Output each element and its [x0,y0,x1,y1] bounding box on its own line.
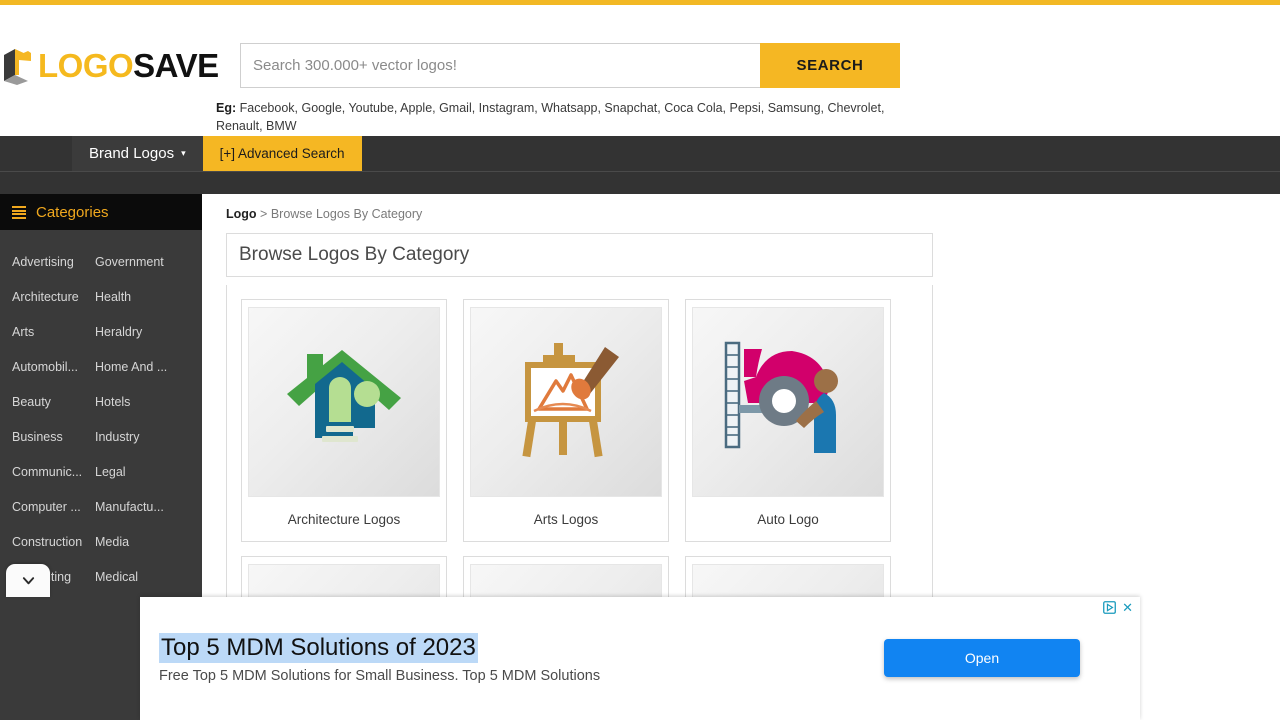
sidebar-item-hotels[interactable]: Hotels [95,395,200,409]
breadcrumb-root[interactable]: Logo [226,207,257,221]
breadcrumb-separator: > [260,207,268,221]
sidebar-item-construction[interactable]: Construction [0,535,95,549]
search-examples-list[interactable]: Facebook, Google, Youtube, Apple, Gmail,… [216,101,884,133]
list-icon [12,206,26,219]
ad-close-button[interactable]: ✕ [1122,601,1133,614]
sidebar-item-architecture[interactable]: Architecture [0,290,95,304]
card-label: Auto Logo [757,511,819,527]
ad-subtitle: Free Top 5 MDM Solutions for Small Busin… [159,668,601,684]
sidebar-item-health[interactable]: Health [95,290,200,304]
category-row: Automobil... Home And ... [0,349,202,384]
main-nav: Brand Logos ▾ [+] Advanced Search [0,136,1280,172]
category-row: Arts Heraldry [0,314,202,349]
category-card-auto[interactable]: Auto Logo [685,299,891,542]
category-card-arts[interactable]: Arts Logos [463,299,669,542]
category-row: Advertising Government [0,244,202,279]
card-thumbnail [470,307,662,497]
sidebar-item-media[interactable]: Media [95,535,200,549]
card-label: Arts Logos [533,511,599,527]
search-button[interactable]: SEARCH [760,43,900,88]
sidebar-item-business[interactable]: Business [0,430,95,444]
category-row: Beauty Hotels [0,384,202,419]
category-list: Advertising Government Architecture Heal… [0,230,202,594]
logo-word-secondary: SAVE [133,46,219,84]
nav-item-advanced-search[interactable]: [+] Advanced Search [202,136,362,171]
ad-badges: ✕ [1103,601,1133,614]
logo-cube-icon [0,45,34,85]
logo-wordmark: LOGOSAVE [38,49,219,82]
sidebar-item-beauty[interactable]: Beauty [0,395,95,409]
sidebar-item-manufacturing[interactable]: Manufactu... [95,500,200,514]
card-label: Architecture Logos [287,511,401,527]
sidebar-header-label: Categories [36,203,109,221]
sidebar-item-computer[interactable]: Computer ... [0,500,95,514]
page-title-panel: Browse Logos By Category [226,233,933,277]
search-input[interactable] [240,43,760,88]
search-bar: SEARCH [240,43,900,88]
adchoices-icon[interactable] [1103,601,1117,614]
category-cards-container: Architecture Logos Arts Logos Auto Logo [226,285,933,605]
easel-icon [501,337,631,467]
nav-item-brand-logos[interactable]: Brand Logos ▾ [72,136,203,171]
sidebar-header[interactable]: Categories [0,194,202,230]
sidebar-item-government[interactable]: Government [95,255,200,269]
search-examples: Eg: Facebook, Google, Youtube, Apple, Gm… [216,99,916,135]
card-thumbnail [248,307,440,497]
ad-open-button[interactable]: Open [884,639,1080,677]
page-title: Browse Logos By Category [239,244,470,265]
house-icon [279,340,409,465]
category-cards-grid: Architecture Logos Arts Logos Auto Logo [241,299,932,604]
sidebar-item-automobile[interactable]: Automobil... [0,360,95,374]
sidebar-item-heraldry[interactable]: Heraldry [95,325,200,339]
chevron-down-icon: ▾ [181,148,186,158]
ad-collapse-button[interactable] [6,564,50,597]
category-row: Computer ... Manufactu... [0,489,202,524]
category-row: Architecture Health [0,279,202,314]
search-examples-prefix: Eg: [216,101,237,115]
chevron-down-icon [22,577,34,585]
sidebar-item-legal[interactable]: Legal [95,465,200,479]
nav-item-brand-logos-label: Brand Logos [89,145,175,162]
nav-secondary-bar [0,172,1280,194]
site-header: LOGOSAVE SEARCH Eg: Facebook, Google, Yo… [0,5,1280,136]
ad-banner: ✕ Top 5 MDM Solutions of 2023 Free Top 5… [140,597,1140,720]
ad-title[interactable]: Top 5 MDM Solutions of 2023 [159,633,478,663]
sidebar-item-medical[interactable]: Medical [95,570,200,584]
card-thumbnail [692,307,884,497]
car-lift-icon [718,337,858,467]
category-row: Business Industry [0,419,202,454]
sidebar-item-arts[interactable]: Arts [0,325,95,339]
sidebar-item-communication[interactable]: Communic... [0,465,95,479]
category-row: Communic... Legal [0,454,202,489]
category-card-architecture[interactable]: Architecture Logos [241,299,447,542]
logo-word-primary: LOGO [38,46,134,84]
site-logo[interactable]: LOGOSAVE [0,41,219,89]
sidebar-item-advertising[interactable]: Advertising [0,255,95,269]
sidebar-item-home-and[interactable]: Home And ... [95,360,200,374]
category-row: Construction Media [0,524,202,559]
breadcrumb-current: Browse Logos By Category [270,207,423,221]
sidebar-item-industry[interactable]: Industry [95,430,200,444]
breadcrumb: Logo > Browse Logos By Category [226,207,1280,221]
